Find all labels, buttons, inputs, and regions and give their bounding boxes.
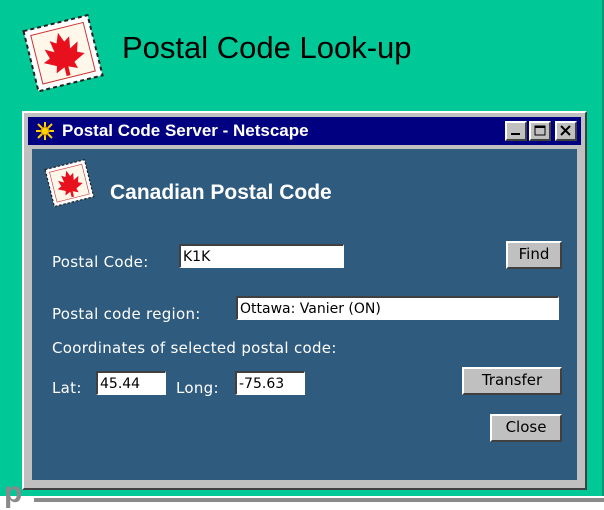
page: Postal Code Look-up p Postal Code Server… bbox=[0, 0, 604, 510]
find-button[interactable]: Find bbox=[506, 241, 562, 269]
lat-label: Lat: bbox=[52, 379, 82, 397]
transfer-button[interactable]: Transfer bbox=[462, 367, 562, 395]
maximize-icon bbox=[534, 125, 546, 136]
region-field[interactable] bbox=[236, 296, 559, 320]
long-input[interactable] bbox=[235, 371, 305, 395]
form-panel: Canadian Postal Code Postal Code: Find P… bbox=[32, 149, 577, 480]
close-window-button[interactable] bbox=[555, 121, 577, 141]
postal-code-input[interactable] bbox=[179, 244, 344, 268]
maple-leaf-stamp-icon bbox=[22, 14, 104, 92]
minimize-icon bbox=[511, 133, 520, 135]
maple-leaf-stamp-icon bbox=[44, 159, 95, 207]
postal-code-label: Postal Code: bbox=[52, 253, 149, 271]
bottom-rule bbox=[34, 498, 604, 502]
cut-off-text: p bbox=[4, 476, 23, 509]
lat-input[interactable] bbox=[96, 371, 166, 395]
coordinates-label: Coordinates of selected postal code: bbox=[52, 339, 337, 357]
close-button[interactable]: Close bbox=[490, 414, 562, 442]
slide-title: Postal Code Look-up bbox=[122, 30, 412, 65]
window-titlebar[interactable]: Postal Code Server - Netscape bbox=[28, 117, 581, 145]
netscape-window: Postal Code Server - Netscape Canadian P… bbox=[22, 111, 587, 490]
long-label: Long: bbox=[176, 379, 219, 397]
maximize-button[interactable] bbox=[529, 121, 551, 141]
minimize-button[interactable] bbox=[505, 121, 527, 141]
close-icon bbox=[560, 125, 571, 136]
form-title: Canadian Postal Code bbox=[110, 181, 332, 204]
netscape-icon bbox=[34, 120, 56, 142]
region-label: Postal code region: bbox=[52, 305, 201, 323]
window-title: Postal Code Server - Netscape bbox=[62, 121, 309, 140]
